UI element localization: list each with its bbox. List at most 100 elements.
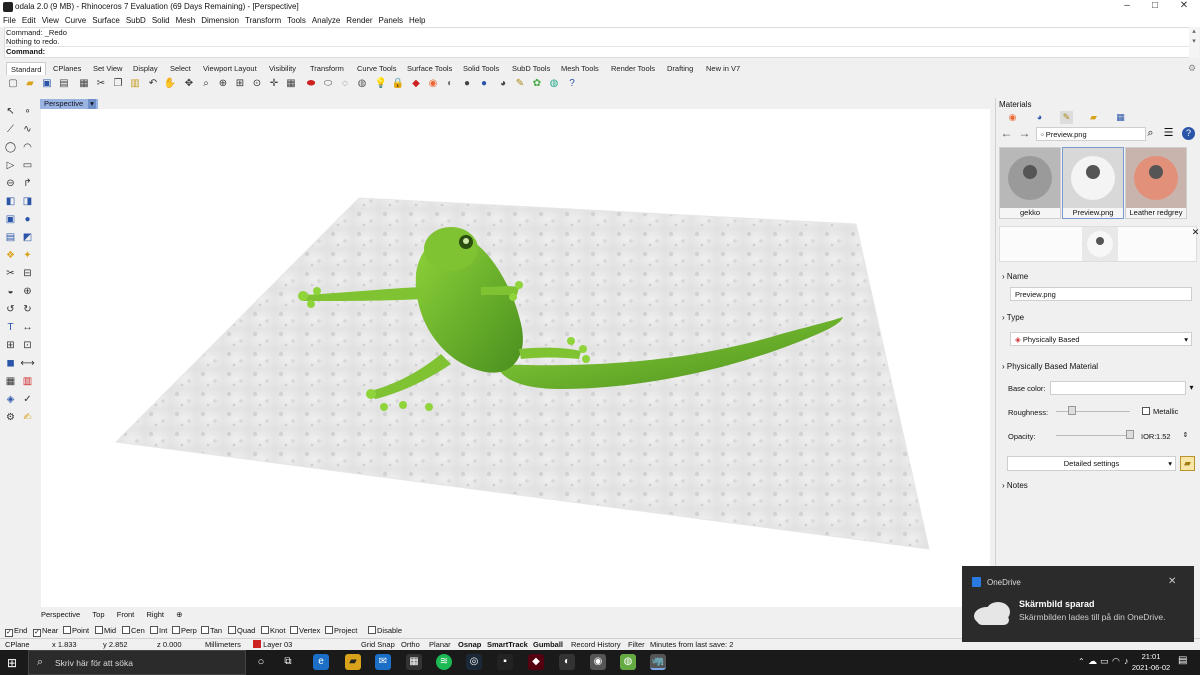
select-arrow-icon[interactable]: ↖ [3, 105, 18, 118]
zoom-icon[interactable]: ⌕ [199, 77, 213, 91]
rendered-icon[interactable]: ● [477, 77, 491, 91]
render-icon[interactable]: ✎ [513, 77, 527, 91]
osnap-int[interactable]: Int [150, 626, 167, 636]
app-icon[interactable]: ◍ [620, 654, 636, 670]
options-icon[interactable]: ✿ [530, 77, 544, 91]
display-mode-icon[interactable]: ◐ [443, 77, 457, 91]
network-icon[interactable]: ▭ [1100, 656, 1109, 667]
join-icon[interactable]: ⊕ [20, 285, 35, 298]
properties-icon[interactable]: ▦ [77, 77, 91, 91]
ior-value[interactable]: 1.52 [1156, 432, 1171, 441]
rotate-icon[interactable]: ↻ [20, 303, 35, 316]
tab-surface-tools[interactable]: Surface Tools [407, 62, 452, 75]
checkbox[interactable] [63, 626, 71, 634]
mesh-icon[interactable]: ❖ [3, 249, 18, 262]
tab-render-tools[interactable]: Render Tools [611, 62, 655, 75]
cylinder-icon[interactable]: ▤ [3, 231, 18, 244]
tab-curve-tools[interactable]: Curve Tools [357, 62, 396, 75]
loft-icon[interactable]: ◨ [20, 195, 35, 208]
roughness-slider-thumb[interactable] [1068, 406, 1076, 415]
gear-tool-icon[interactable]: ⚙ [3, 411, 18, 424]
block-icon[interactable]: ⊡ [20, 339, 35, 352]
clock-date[interactable]: 2021-06-02 [1126, 663, 1176, 672]
tab-standard[interactable]: Standard [6, 62, 47, 75]
store-icon[interactable]: ▦ [406, 654, 422, 670]
checkbox[interactable] [325, 626, 333, 634]
clock-time[interactable]: 21:01 [1130, 652, 1172, 661]
cortana-icon[interactable]: ○ [253, 654, 269, 670]
checkbox[interactable] [261, 626, 269, 634]
menu-icon[interactable]: ☰ [1162, 127, 1175, 140]
rhino-taskbar-icon[interactable]: 🦏 [650, 654, 666, 670]
color-wheel-icon[interactable]: ◉ [426, 77, 440, 91]
menu-panels[interactable]: Panels [376, 14, 406, 27]
taskbar-search[interactable]: ⌕ Skriv här för att söka [28, 650, 246, 675]
help-circle-icon[interactable]: ? [1182, 127, 1195, 140]
environment-icon[interactable]: ◍ [547, 77, 561, 91]
onedrive-notification[interactable]: OneDrive ✕ Skärmbild sparad Skärmbilden … [962, 566, 1194, 642]
osnap-project[interactable]: Project [325, 626, 357, 636]
tab-top[interactable]: Top [92, 609, 104, 621]
new-file-icon[interactable]: ▢ [6, 77, 20, 91]
text-icon[interactable]: T [3, 321, 18, 334]
layer-icon[interactable]: ◆ [409, 77, 423, 91]
boolean-icon[interactable]: ◒ [3, 285, 18, 298]
checkbox[interactable] [172, 626, 180, 634]
name-field[interactable]: Preview.png [1010, 287, 1192, 301]
menu-analyze[interactable]: Analyze [309, 14, 343, 27]
menu-render[interactable]: Render [343, 14, 375, 27]
search-icon[interactable]: ⌕ [1144, 127, 1157, 140]
menu-curve[interactable]: Curve [62, 14, 89, 27]
paint-icon[interactable]: ✍ [20, 411, 35, 424]
checkbox[interactable] [201, 626, 209, 634]
tab-transform[interactable]: Transform [310, 62, 344, 75]
command-prompt[interactable]: Command: [5, 46, 1191, 56]
ior-stepper-icon[interactable]: ⇕ [1179, 429, 1192, 442]
zoom-selected-icon[interactable]: ⊙ [250, 77, 264, 91]
tab-set-view[interactable]: Set View [93, 62, 122, 75]
image-tab-icon[interactable]: ▦ [1114, 111, 1127, 124]
type-select[interactable]: ◈ Physically Based ▾ [1010, 332, 1192, 346]
viewport-layout-icon[interactable]: ▦ [284, 77, 298, 91]
check-icon[interactable]: ✓ [20, 393, 35, 406]
steam-icon[interactable]: ◎ [466, 654, 482, 670]
app-icon[interactable]: ◐ [559, 654, 575, 670]
checkbox[interactable] [290, 626, 298, 634]
group-icon[interactable]: ⊞ [3, 339, 18, 352]
solid-tools-icon[interactable]: ◼ [3, 357, 18, 370]
forward-arrow-icon[interactable]: → [1018, 127, 1031, 140]
opacity-slider-thumb[interactable] [1126, 430, 1134, 439]
osnap-perp[interactable]: Perp [172, 626, 197, 636]
add-viewport-icon[interactable]: ⊕ [176, 609, 182, 621]
trim-icon[interactable]: ✂ [3, 267, 18, 280]
undo-icon[interactable]: ↶ [146, 77, 160, 91]
checkbox[interactable] [122, 626, 130, 634]
detailed-settings-button[interactable]: Detailed settings ▾ [1007, 456, 1176, 471]
lock-icon[interactable]: 🔒 [391, 77, 405, 91]
tab-solid-tools[interactable]: Solid Tools [463, 62, 499, 75]
osnap-point[interactable]: Point [63, 626, 89, 636]
tray-chevron-icon[interactable]: ⌃ [1078, 657, 1085, 666]
environment-tab-icon[interactable]: ◕ [1033, 111, 1046, 124]
tab-right[interactable]: Right [147, 609, 165, 621]
notes-section-header[interactable]: › Notes [1002, 481, 1028, 490]
task-view-icon[interactable]: ⧉ [280, 654, 296, 670]
circle-icon[interactable]: ◯ [3, 141, 18, 154]
name-section-header[interactable]: › Name [1002, 272, 1028, 281]
osnap-vertex[interactable]: Vertex [290, 626, 320, 636]
help-icon[interactable]: ? [565, 77, 579, 91]
notification-center-icon[interactable]: ▤ [1178, 655, 1187, 666]
app-icon[interactable]: ▪ [497, 654, 513, 670]
material-thumbnail[interactable]: Preview.png [1062, 147, 1124, 219]
offset-icon[interactable]: ↺ [3, 303, 18, 316]
box-icon[interactable]: ▣ [3, 213, 18, 226]
checkbox[interactable] [150, 626, 158, 634]
lock-view-icon[interactable]: ⬬ [304, 77, 318, 91]
checkbox[interactable] [228, 626, 236, 634]
osnap-cen[interactable]: Cen [122, 626, 145, 636]
menu-transform[interactable]: Transform [242, 14, 284, 27]
cplane-icon[interactable]: ⬭ [321, 77, 335, 91]
osnap-knot[interactable]: Knot [261, 626, 285, 636]
array-icon[interactable]: ▦ [3, 375, 18, 388]
opacity-slider-track[interactable] [1056, 435, 1130, 436]
